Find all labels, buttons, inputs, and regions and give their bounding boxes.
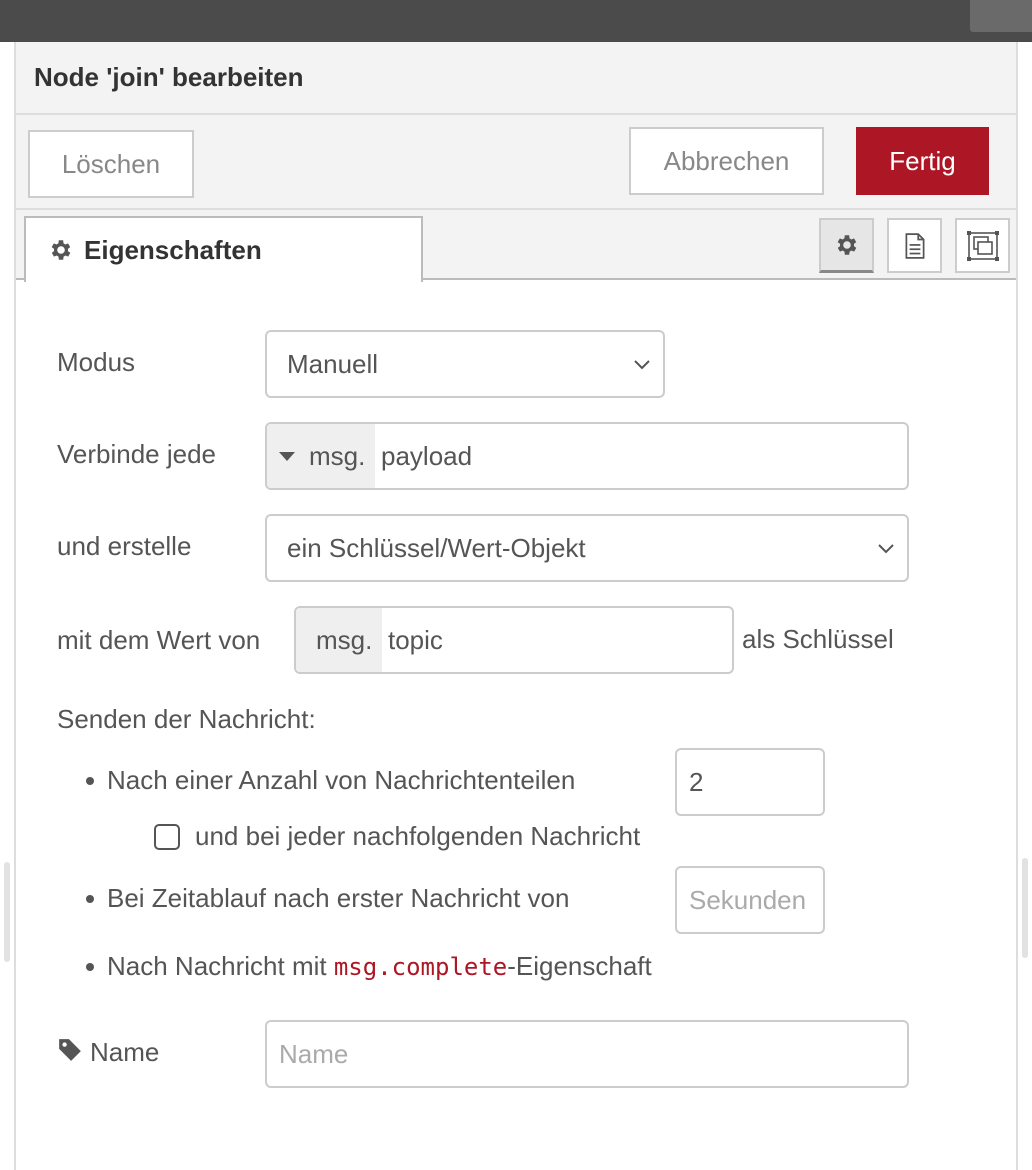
caret-down-icon [279,451,295,461]
combine-typed-input[interactable]: msg. payload [265,422,909,490]
send-heading: Senden der Nachricht: [57,704,316,734]
tab-properties-label: Eigenschaften [84,234,262,265]
left-resize-handle[interactable] [4,862,10,962]
appearance-side-button[interactable] [955,218,1010,273]
complete-label-before: Nach Nachricht mit [107,951,334,981]
complete-label-after: -Eigenschaft [507,951,652,981]
complete-label: Nach Nachricht mit msg.complete-Eigensch… [107,951,652,982]
tray-toolbar: Löschen Abbrechen Fertig [16,115,1016,210]
bullet [86,777,94,785]
top-bar-corner [970,0,1032,32]
mode-label: Modus [57,347,136,377]
edit-tray: Node 'join' bearbeiten Löschen Abbrechen… [14,42,1018,1170]
create-label: und erstelle [57,531,192,561]
count-label: Nach einer Anzahl von Nachrichtenteilen [107,765,576,795]
combine-type-button[interactable]: msg. [267,424,375,488]
key-suffix: als Schlüssel [742,624,894,654]
combine-label: Verbinde jede [57,439,217,469]
count-input[interactable] [675,748,825,816]
right-scrollbar[interactable] [1022,858,1028,958]
done-button[interactable]: Fertig [856,127,989,195]
chevron-down-icon [878,544,894,554]
complete-code: msg.complete [333,953,508,981]
tag-icon [59,1039,81,1061]
tray-header: Node 'join' bearbeiten [16,42,1016,115]
gear-icon [837,235,856,255]
tab-bar: Eigenschaften [16,210,1016,282]
key-type-button[interactable]: msg. [296,608,382,672]
gear-icon [51,240,71,260]
key-prefix: msg. [316,624,373,655]
name-label: Name [90,1037,160,1067]
create-select[interactable]: ein Schlüssel/Wert-Objekt [265,514,909,582]
tray-title: Node 'join' bearbeiten [34,62,304,92]
timeout-label: Bei Zeitablauf nach erster Nachricht von [107,883,570,913]
tab-properties[interactable]: Eigenschaften [24,216,423,282]
key-typed-input[interactable]: msg. topic [294,606,734,674]
bullet [86,963,94,971]
mode-select[interactable]: Manuell [265,330,665,398]
each-subsequent-label: und bei jeder nachfolgenden Nachricht [195,821,641,851]
each-subsequent-checkbox[interactable] [154,824,180,850]
key-label: mit dem Wert von [57,625,261,655]
name-input[interactable] [265,1020,909,1088]
properties-side-button[interactable] [819,218,874,273]
key-value[interactable]: topic [382,608,443,672]
cancel-button[interactable]: Abbrechen [629,127,824,195]
bullet [86,895,94,903]
description-side-button[interactable] [887,218,942,273]
mode-select-value: Manuell [287,348,379,379]
delete-button[interactable]: Löschen [28,130,194,198]
combine-value[interactable]: payload [375,424,472,488]
chevron-down-icon [634,360,650,370]
create-select-value: ein Schlüssel/Wert-Objekt [287,532,586,563]
appearance-icon [966,230,999,261]
combine-prefix: msg. [309,440,366,471]
document-icon [905,232,924,259]
top-bar [0,0,1032,42]
timeout-input[interactable] [675,866,825,934]
